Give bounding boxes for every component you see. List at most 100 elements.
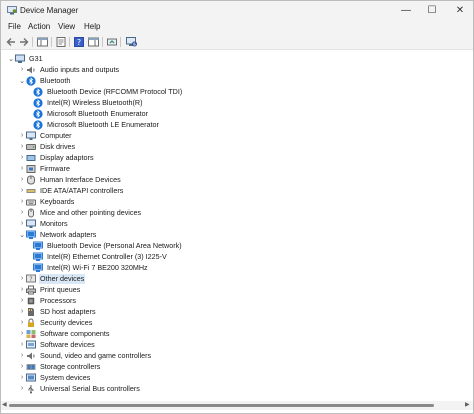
chevron-right-icon[interactable]: ›: [18, 174, 26, 185]
maximize-button[interactable]: ☐: [419, 1, 445, 20]
back-arrow-icon[interactable]: [5, 36, 17, 48]
chevron-right-icon[interactable]: ›: [18, 328, 26, 339]
chevron-down-icon[interactable]: ⌄: [7, 53, 15, 64]
show-hide-console-tree-icon[interactable]: [36, 36, 48, 48]
menu-action[interactable]: Action: [28, 22, 50, 32]
tree-item[interactable]: › Security devices: [18, 317, 93, 328]
tree-item-label: Bluetooth Device (RFCOMM Protocol TDI): [47, 86, 183, 96]
tree-item[interactable]: ⌄ Bluetooth: [18, 75, 71, 86]
tree-item-label: System devices: [40, 372, 91, 382]
tree-item[interactable]: Microsoft Bluetooth Enumerator: [30, 108, 149, 119]
tree-item[interactable]: Intel(R) Wireless Bluetooth(R): [30, 97, 143, 108]
tree-item[interactable]: › Storage controllers: [18, 361, 101, 372]
tree-item[interactable]: › Mice and other pointing devices: [18, 207, 142, 218]
tree-item[interactable]: Intel(R) Wi-Fi 7 BE200 320MHz: [30, 262, 149, 273]
chevron-right-icon[interactable]: ›: [18, 152, 26, 163]
chevron-right-icon[interactable]: ›: [18, 295, 26, 306]
chevron-right-icon[interactable]: ›: [18, 317, 26, 328]
tree-item[interactable]: › Print queues: [18, 284, 81, 295]
computer-icon: [15, 54, 25, 64]
chevron-right-icon[interactable]: ›: [18, 284, 26, 295]
chevron-right-icon[interactable]: ›: [18, 306, 26, 317]
menu-view[interactable]: View: [58, 22, 75, 32]
tree-item-label: SD host adapters: [40, 306, 96, 316]
tree-item-label: Display adaptors: [40, 152, 94, 162]
update-driver-icon[interactable]: [106, 36, 118, 48]
scan-hardware-icon[interactable]: [125, 36, 137, 48]
scrollbar-thumb[interactable]: [9, 404, 434, 407]
chevron-right-icon[interactable]: ›: [18, 64, 26, 75]
chevron-right-icon[interactable]: ›: [18, 141, 26, 152]
keyboard-icon: [26, 197, 36, 207]
tree-item[interactable]: › IDE ATA/ATAPI controllers: [18, 185, 124, 196]
tree-item[interactable]: › Audio inputs and outputs: [18, 64, 120, 75]
chevron-right-icon[interactable]: ›: [18, 372, 26, 383]
minimize-button[interactable]: —: [393, 1, 419, 20]
tree-item[interactable]: Bluetooth Device (Personal Area Network): [30, 240, 183, 251]
horizontal-scrollbar[interactable]: ◀ ▶: [1, 401, 473, 410]
properties-icon[interactable]: [55, 36, 67, 48]
chevron-right-icon[interactable]: ›: [18, 383, 26, 394]
system-device-icon: [26, 373, 36, 383]
chevron-down-icon[interactable]: ⌄: [18, 229, 26, 240]
scroll-left-arrow-icon[interactable]: ◀: [2, 401, 7, 410]
chevron-right-icon[interactable]: ›: [18, 218, 26, 229]
window-title: Device Manager: [20, 6, 79, 15]
chevron-down-icon[interactable]: ⌄: [18, 75, 26, 86]
printer-icon: [26, 285, 36, 295]
tree-item-label: Firmware: [40, 163, 70, 173]
usb-icon: [26, 384, 36, 394]
chevron-right-icon[interactable]: ›: [18, 361, 26, 372]
chevron-right-icon[interactable]: ›: [18, 163, 26, 174]
tree-item[interactable]: › Software components: [18, 328, 111, 339]
tree-item-label: IDE ATA/ATAPI controllers: [40, 185, 124, 195]
tree-item[interactable]: Microsoft Bluetooth LE Enumerator: [30, 119, 160, 130]
tree-item[interactable]: › Human Interface Devices: [18, 174, 122, 185]
tree-item[interactable]: › System devices: [18, 372, 91, 383]
scroll-right-arrow-icon[interactable]: ▶: [465, 401, 470, 410]
chevron-right-icon[interactable]: ›: [18, 196, 26, 207]
help-icon[interactable]: ?: [73, 36, 85, 48]
tree-item[interactable]: Intel(R) Ethernet Controller (3) I225-V: [30, 251, 168, 262]
forward-arrow-icon[interactable]: [18, 36, 30, 48]
tree-item[interactable]: › Keyboards: [18, 196, 75, 207]
tree-item[interactable]: › Universal Serial Bus controllers: [18, 383, 141, 394]
tree-item[interactable]: › Sound, video and game controllers: [18, 350, 152, 361]
tree-item[interactable]: ›? Other devices: [18, 273, 86, 284]
chevron-right-icon[interactable]: ›: [18, 339, 26, 350]
speaker-icon: [26, 65, 36, 75]
tree-item[interactable]: › SD host adapters: [18, 306, 97, 317]
tree-item-label: Bluetooth: [40, 75, 71, 85]
svg-text:?: ?: [77, 38, 81, 47]
tree-item[interactable]: › Display adaptors: [18, 152, 95, 163]
tree-item[interactable]: › Software devices: [18, 339, 96, 350]
bluetooth-icon: [26, 75, 36, 86]
menu-file[interactable]: File: [8, 22, 21, 32]
network-adapter-icon: [33, 241, 43, 251]
menu-help[interactable]: Help: [84, 22, 100, 32]
chevron-right-icon[interactable]: ›: [18, 207, 26, 218]
tree-item[interactable]: Bluetooth Device (RFCOMM Protocol TDI): [30, 86, 183, 97]
tree-item[interactable]: › Monitors: [18, 218, 69, 229]
tree-item-label: Microsoft Bluetooth LE Enumerator: [47, 119, 159, 129]
tree-item[interactable]: › Firmware: [18, 163, 71, 174]
tree-item[interactable]: ⌄ G31: [7, 53, 44, 64]
mouse-icon: [26, 208, 36, 218]
chevron-right-icon[interactable]: ›: [18, 185, 26, 196]
chevron-right-icon[interactable]: ›: [18, 350, 26, 361]
speaker-icon: [26, 351, 36, 361]
tree-item[interactable]: › Processors: [18, 295, 77, 306]
chevron-right-icon[interactable]: ›: [18, 273, 26, 284]
tree-item[interactable]: ⌄ Network adapters: [18, 229, 97, 240]
device-tree[interactable]: ⌄ G31 › Audio inputs and outputs ⌄ Bluetooth B…: [1, 51, 473, 401]
tree-item[interactable]: › Disk drives: [18, 141, 76, 152]
chevron-right-icon[interactable]: ›: [18, 130, 26, 141]
monitor-icon: [26, 219, 36, 229]
tree-item-label: Human Interface Devices: [40, 174, 121, 184]
bluetooth-icon: [33, 86, 43, 97]
toolbar-separator: [102, 37, 103, 47]
title-bar[interactable]: Device Manager — ☐ ✕: [1, 1, 473, 20]
close-button[interactable]: ✕: [447, 1, 473, 20]
tree-item[interactable]: › Computer: [18, 130, 73, 141]
action-pane-icon[interactable]: [87, 36, 99, 48]
